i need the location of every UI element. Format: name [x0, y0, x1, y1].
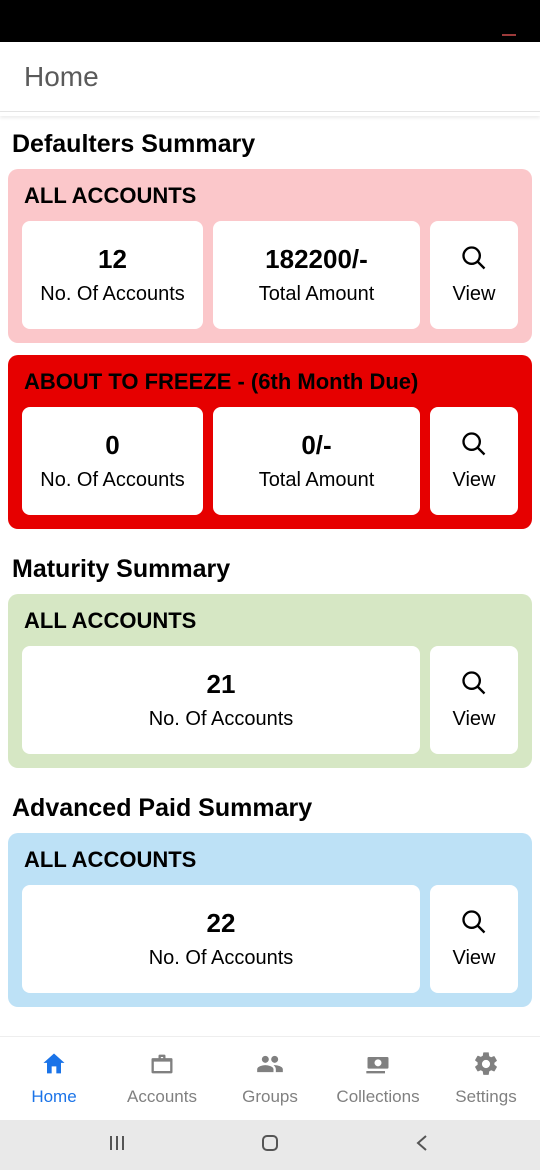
nav-groups[interactable]: Groups [216, 1037, 324, 1120]
search-icon [460, 244, 488, 277]
total-amount-label: Total Amount [259, 469, 375, 492]
view-button[interactable]: View [430, 407, 518, 515]
accounts-count-value: 0 [105, 430, 119, 461]
back-button[interactable] [411, 1131, 435, 1160]
accounts-count-card: 21 No. Of Accounts [22, 646, 420, 754]
panel-heading: ALL ACCOUNTS [22, 183, 518, 209]
system-navigation-bar [0, 1120, 540, 1170]
view-label: View [453, 283, 496, 306]
panel-heading: ABOUT TO FREEZE - (6th Month Due) [22, 369, 518, 395]
app-bar: Home [0, 42, 540, 112]
panel-heading: ALL ACCOUNTS [22, 847, 518, 873]
maturity-summary-title: Maturity Summary [8, 541, 532, 594]
page-title: Home [24, 61, 99, 93]
accounts-count-card: 22 No. Of Accounts [22, 885, 420, 993]
total-amount-value: 182200/- [265, 244, 368, 275]
people-icon [256, 1050, 284, 1083]
bottom-navigation: Home Accounts Groups Collections Setting… [0, 1036, 540, 1120]
search-icon [460, 430, 488, 463]
accounts-count-card: 0 No. Of Accounts [22, 407, 203, 515]
device-status-bar [0, 0, 540, 42]
accounts-count-value: 12 [98, 244, 127, 275]
accounts-count-value: 22 [207, 908, 236, 939]
view-button[interactable]: View [430, 646, 518, 754]
nav-settings[interactable]: Settings [432, 1037, 540, 1120]
nav-label: Collections [336, 1087, 419, 1107]
accounts-count-card: 12 No. Of Accounts [22, 221, 203, 329]
view-label: View [453, 708, 496, 731]
nav-label: Accounts [127, 1087, 197, 1107]
search-icon [460, 908, 488, 941]
advanced-paid-summary-title: Advanced Paid Summary [8, 780, 532, 833]
view-button[interactable]: View [430, 885, 518, 993]
nav-home[interactable]: Home [0, 1037, 108, 1120]
nav-accounts[interactable]: Accounts [108, 1037, 216, 1120]
view-label: View [453, 947, 496, 970]
home-icon [40, 1050, 68, 1083]
recents-button[interactable] [105, 1131, 129, 1160]
total-amount-card: 182200/- Total Amount [213, 221, 420, 329]
view-label: View [453, 469, 496, 492]
nav-collections[interactable]: Collections [324, 1037, 432, 1120]
main-content: Defaulters Summary ALL ACCOUNTS 12 No. O… [0, 116, 540, 1036]
total-amount-value: 0/- [301, 430, 331, 461]
total-amount-card: 0/- Total Amount [213, 407, 420, 515]
nav-label: Settings [455, 1087, 516, 1107]
accounts-count-label: No. Of Accounts [149, 708, 294, 731]
search-icon [460, 669, 488, 702]
nav-label: Home [31, 1087, 76, 1107]
panel-heading: ALL ACCOUNTS [22, 608, 518, 634]
home-button[interactable] [258, 1131, 282, 1160]
advanced-all-accounts-panel: ALL ACCOUNTS 22 No. Of Accounts View [8, 833, 532, 1007]
accounts-count-label: No. Of Accounts [40, 469, 185, 492]
nav-label: Groups [242, 1087, 298, 1107]
status-indicator [502, 34, 516, 36]
about-to-freeze-panel: ABOUT TO FREEZE - (6th Month Due) 0 No. … [8, 355, 532, 529]
gear-icon [472, 1050, 500, 1083]
defaulters-all-accounts-panel: ALL ACCOUNTS 12 No. Of Accounts 182200/-… [8, 169, 532, 343]
defaulters-summary-title: Defaulters Summary [8, 116, 532, 169]
payments-icon [364, 1050, 392, 1083]
accounts-count-label: No. Of Accounts [40, 283, 185, 306]
total-amount-label: Total Amount [259, 283, 375, 306]
accounts-count-label: No. Of Accounts [149, 947, 294, 970]
briefcase-icon [148, 1050, 176, 1083]
view-button[interactable]: View [430, 221, 518, 329]
accounts-count-value: 21 [207, 669, 236, 700]
maturity-all-accounts-panel: ALL ACCOUNTS 21 No. Of Accounts View [8, 594, 532, 768]
